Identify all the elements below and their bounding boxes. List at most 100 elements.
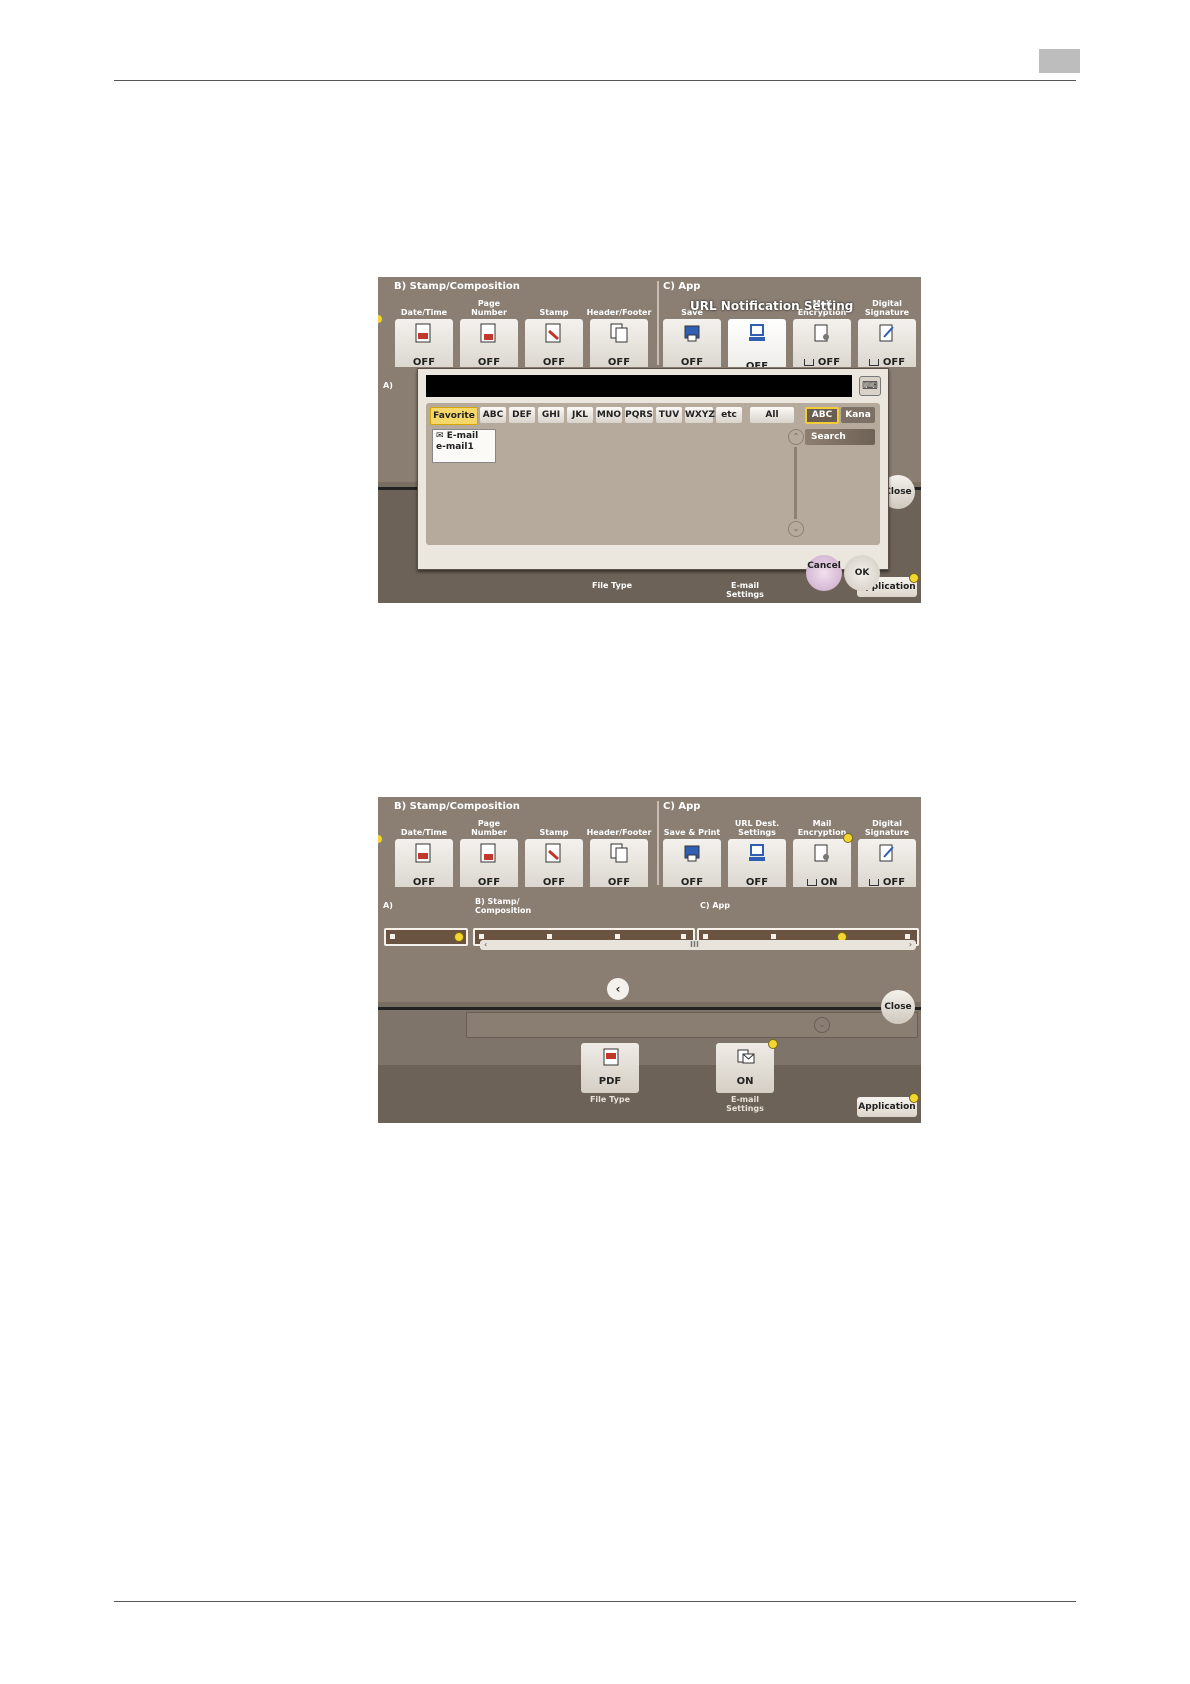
file-type-value: PDF	[598, 1076, 622, 1087]
function-label: Date/Time	[400, 828, 448, 837]
group-stamp-composition: B) Stamp/Composition	[394, 281, 520, 292]
group-divider	[657, 801, 659, 885]
tab-jkl[interactable]: JKL	[567, 407, 593, 423]
screenshot-url-notification-dialog: B) Stamp/Composition C) App Date/Time OF…	[378, 277, 921, 603]
stamp-function[interactable]: Stamp OFF	[524, 813, 584, 893]
function-label: Save & Print	[663, 828, 721, 837]
function-label: Date/Time	[400, 308, 448, 317]
function-label: Header/Footer	[586, 828, 652, 837]
email-settings-icon	[737, 1049, 755, 1064]
file-type-caption: File Type	[589, 1095, 631, 1104]
date-time-function[interactable]: Date/Time OFF	[394, 293, 454, 373]
tab-lang-abc[interactable]: ABC	[805, 407, 839, 424]
group-app: C) App	[663, 281, 701, 292]
header-footer-function[interactable]: Header/Footer OFF	[586, 813, 652, 893]
indicator-dot	[768, 1039, 778, 1049]
application-button[interactable]: Application	[857, 1097, 917, 1117]
mail-encryption-function[interactable]: Mail Encryption ON	[792, 813, 853, 893]
tab-mno[interactable]: MNO	[596, 407, 622, 423]
stamp-function[interactable]: Stamp OFF	[524, 293, 584, 373]
page-number-icon	[480, 323, 496, 343]
function-label: Mail Encryption	[797, 819, 847, 837]
digital-signature-function[interactable]: Digital Signature OFF	[857, 293, 917, 373]
filter-bar[interactable]: ⌄	[466, 1012, 918, 1038]
stamp-icon	[545, 323, 561, 343]
digital-signature-function[interactable]: Digital Signature OFF	[857, 813, 917, 893]
lock-icon	[868, 878, 879, 886]
cancel-button[interactable]: Cancel	[806, 555, 842, 591]
dialog-title: URL Notification Setting	[690, 299, 854, 313]
scroll-right-icon[interactable]: ›	[909, 940, 912, 950]
mail-encryption-icon	[814, 324, 829, 342]
scroll-thumb[interactable]: III	[690, 940, 699, 950]
horizontal-scrollbar[interactable]: ‹ III ›	[480, 940, 916, 950]
keyboard-icon[interactable]: ⌨	[859, 376, 881, 396]
function-label: Stamp	[539, 828, 569, 837]
function-label: Page Number	[471, 299, 507, 317]
email-settings-value: ON	[736, 1076, 754, 1087]
tab-tuv[interactable]: TUV	[656, 407, 682, 423]
lock-icon	[803, 358, 814, 366]
tab-ghi[interactable]: GHI	[538, 407, 564, 423]
page-number-function[interactable]: Page Number OFF	[459, 293, 519, 373]
address-input[interactable]	[426, 375, 852, 397]
date-time-icon	[415, 843, 431, 863]
tab-lang-kana[interactable]: Kana	[841, 407, 875, 423]
scroll-track[interactable]	[794, 447, 797, 519]
destination-type: E-mail	[446, 431, 479, 441]
pdf-file-icon	[603, 1048, 619, 1066]
stamp-icon	[545, 843, 561, 863]
save-print-icon	[684, 325, 700, 342]
function-label: Page Number	[471, 819, 507, 837]
url-dest-settings-function[interactable]: URL Dest. Settings OFF	[727, 813, 787, 893]
function-label: Digital Signature	[864, 299, 910, 317]
scroll-left-icon[interactable]: ‹	[484, 940, 487, 950]
header-footer-icon	[610, 843, 628, 863]
header-footer-function[interactable]: Header/Footer OFF	[587, 293, 651, 373]
tab-all[interactable]: All	[750, 407, 794, 423]
tab-def[interactable]: DEF	[509, 407, 535, 423]
indicator-dot	[454, 932, 464, 942]
url-dest-icon	[749, 844, 765, 861]
save-print-function[interactable]: Save & Print OFF	[662, 813, 722, 893]
save-print-icon	[684, 845, 700, 862]
ok-button[interactable]: OK	[844, 555, 880, 591]
function-label: URL Dest. Settings	[734, 819, 780, 837]
date-time-function[interactable]: Date/Time OFF	[394, 813, 454, 893]
section-a-slider[interactable]	[384, 928, 468, 946]
page-number-icon	[480, 843, 496, 863]
lock-icon	[868, 358, 879, 366]
indicator-dot	[909, 1093, 919, 1103]
url-notification-dialog: ⌨ Favorite ABC DEF GHI JKL MNO PQRS TUV …	[417, 368, 889, 570]
envelope-icon: ✉	[436, 431, 444, 441]
email-settings-button[interactable]: ON E-mail Settings	[715, 1039, 778, 1113]
section-b-label: B) Stamp/ Composition	[475, 897, 532, 915]
tab-abc[interactable]: ABC	[480, 407, 506, 423]
search-button[interactable]: Search	[805, 429, 875, 445]
scroll-down-icon[interactable]: ⌄	[788, 521, 804, 537]
header-rule	[114, 80, 1076, 81]
date-time-icon	[415, 323, 431, 343]
destination-entry[interactable]: ✉ E-mail e-mail1	[432, 429, 496, 463]
page-number-function[interactable]: Page Number OFF	[459, 813, 519, 893]
destination-list-panel: Favorite ABC DEF GHI JKL MNO PQRS TUV WX…	[426, 403, 880, 545]
tab-favorite[interactable]: Favorite	[430, 407, 478, 425]
section-c-label: C) App	[700, 901, 730, 910]
digital-signature-icon	[879, 324, 894, 342]
email-settings-caption: E-mail Settings	[726, 581, 764, 599]
indicator-dot	[843, 833, 853, 843]
tab-pqrs[interactable]: PQRS	[625, 407, 653, 423]
section-a-label: A)	[383, 381, 393, 390]
screenshot-application-settings: B) Stamp/Composition C) App Date/Time OF…	[378, 797, 921, 1123]
function-label: Digital Signature	[864, 819, 910, 837]
chevron-left-icon[interactable]: ‹	[607, 978, 629, 1000]
tab-wxyz[interactable]: WXYZ	[685, 407, 715, 423]
indicator-dot	[909, 573, 919, 583]
scroll-up-icon[interactable]: ⌃	[788, 429, 804, 445]
chevron-down-icon[interactable]: ⌄	[814, 1017, 830, 1033]
header-footer-icon	[610, 323, 628, 343]
close-button[interactable]: Close	[881, 990, 915, 1024]
file-type-button[interactable]: PDF File Type	[580, 1043, 640, 1104]
email-settings-caption: E-mail Settings	[726, 1095, 764, 1113]
tab-etc[interactable]: etc	[716, 407, 742, 423]
